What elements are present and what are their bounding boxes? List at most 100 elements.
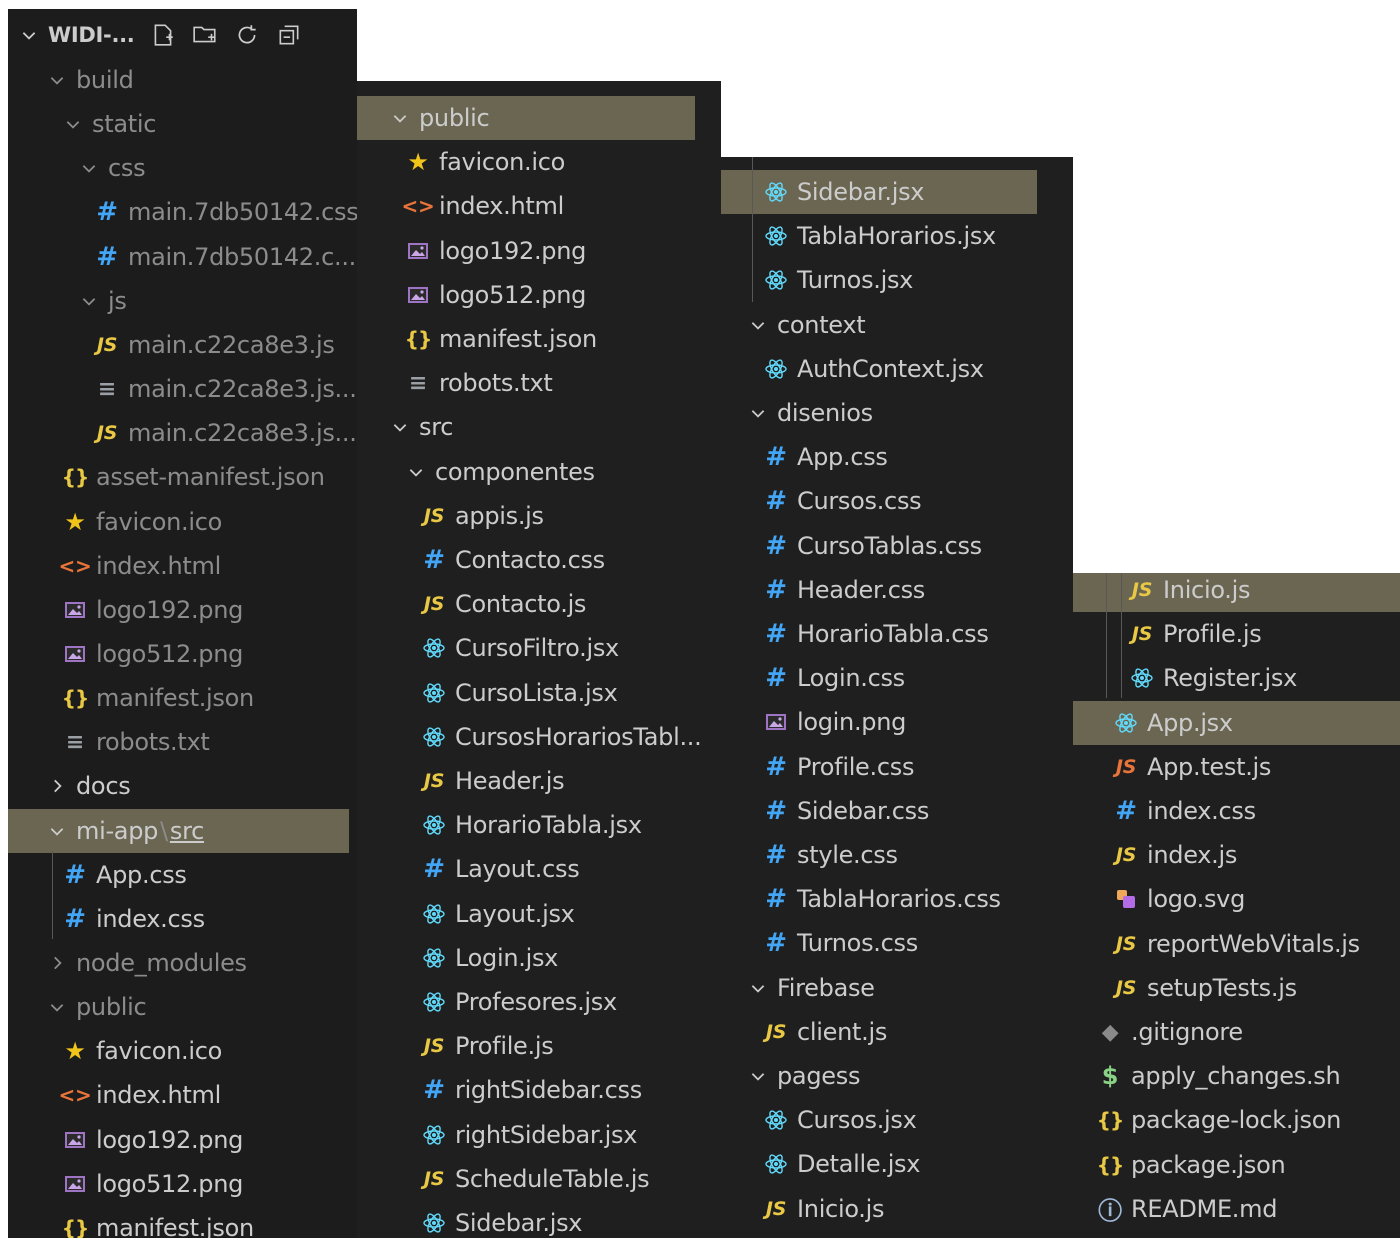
folder-src[interactable]: src (357, 405, 721, 449)
file-rightsidebar-jsx[interactable]: rightSidebar.jsx (357, 1113, 721, 1157)
file-cursoshorariostabl[interactable]: CursosHorariosTabl... (357, 715, 721, 759)
file-cursos-jsx[interactable]: Cursos.jsx (721, 1098, 1073, 1142)
file-app-css[interactable]: # App.css (8, 853, 357, 897)
file-manifest-json[interactable]: {} manifest.json (8, 676, 357, 720)
file-profile-js[interactable]: JS Profile.js (1073, 612, 1400, 656)
file-main-c22ca8e3-js[interactable]: ≡ main.c22ca8e3.js.... (8, 367, 357, 411)
file-horariotabla-jsx[interactable]: HorarioTabla.jsx (357, 803, 721, 847)
folder-disenios[interactable]: disenios (721, 391, 1073, 435)
folder-public[interactable]: public (8, 985, 357, 1029)
file-login-jsx[interactable]: Login.jsx (357, 936, 721, 980)
collapse-all-icon[interactable] (276, 22, 302, 48)
file-favicon-ico[interactable]: ★ favicon.ico (357, 140, 721, 184)
file-logo192-png[interactable]: logo192.png (357, 229, 721, 273)
folder-build[interactable]: build (8, 58, 357, 102)
folder-componentes[interactable]: componentes (357, 450, 721, 494)
file-cursotablas-css[interactable]: # CursoTablas.css (721, 524, 1073, 568)
file-header-js[interactable]: JS Header.js (357, 759, 721, 803)
file-package-lock-json[interactable]: {} package-lock.json (1073, 1098, 1400, 1142)
file-main-c22ca8e3-js[interactable]: JS main.c22ca8e3.js (8, 323, 357, 367)
file-logo192-png[interactable]: logo192.png (8, 588, 357, 632)
file-app-css[interactable]: # App.css (721, 435, 1073, 479)
file-main-c22ca8e3-js[interactable]: JS main.c22ca8e3.js.... (8, 411, 357, 455)
file-inicio-js[interactable]: JS Inicio.js (721, 1187, 1073, 1231)
file-package-json[interactable]: {} package.json (1073, 1143, 1400, 1187)
file-contacto-css[interactable]: # Contacto.css (357, 538, 721, 582)
folder-pagess[interactable]: pagess (721, 1054, 1073, 1098)
file-tablahorarios-css[interactable]: # TablaHorarios.css (721, 877, 1073, 921)
file-client-js[interactable]: JS client.js (721, 1010, 1073, 1054)
file-authcontext-jsx[interactable]: AuthContext.jsx (721, 347, 1073, 391)
folder-docs[interactable]: docs (8, 764, 357, 808)
file-index-html[interactable]: <> index.html (357, 184, 721, 228)
file-logo-svg[interactable]: logo.svg (1073, 877, 1400, 921)
file-inicio-js[interactable]: JS Inicio.js (1073, 573, 1400, 612)
file-style-css[interactable]: # style.css (721, 833, 1073, 877)
file-apply-changes-sh[interactable]: $ apply_changes.sh (1073, 1054, 1400, 1098)
folder-firebase[interactable]: Firebase (721, 966, 1073, 1010)
folder-css[interactable]: css (8, 146, 357, 190)
file-header-css[interactable]: # Header.css (721, 568, 1073, 612)
indent-guide (752, 157, 753, 302)
folder-context[interactable]: context (721, 303, 1073, 347)
folder-js[interactable]: js (8, 279, 357, 323)
file-horariotabla-css[interactable]: # HorarioTabla.css (721, 612, 1073, 656)
file-app-jsx[interactable]: App.jsx (1073, 700, 1400, 745)
file-manifest-json[interactable]: {} manifest.json (357, 317, 721, 361)
new-folder-icon[interactable] (192, 22, 218, 48)
file-index-html[interactable]: <> index.html (8, 1073, 357, 1117)
file-login-css[interactable]: # Login.css (721, 656, 1073, 700)
file-cursolista-jsx[interactable]: CursoLista.jsx (357, 671, 721, 715)
file-readme-md[interactable]: ⓘ README.md (1073, 1187, 1400, 1231)
folder-mi-app[interactable]: mi-app \ src (8, 808, 349, 853)
file-index-html[interactable]: <> index.html (8, 544, 357, 588)
file-favicon-ico[interactable]: ★ favicon.ico (8, 500, 357, 544)
indent-guide (1121, 573, 1122, 698)
file-reportwebvitals-js[interactable]: JS reportWebVitals.js (1073, 922, 1400, 966)
file-gitignore[interactable]: ◆ .gitignore (1073, 1010, 1400, 1054)
file-turnos-css[interactable]: # Turnos.css (721, 921, 1073, 965)
file-login-png[interactable]: login.png (721, 700, 1073, 744)
file-contacto-js[interactable]: JS Contacto.js (357, 582, 721, 626)
file-setuptests-js[interactable]: JS setupTests.js (1073, 966, 1400, 1010)
file-asset-manifest-json[interactable]: {} asset-manifest.json (8, 455, 357, 499)
folder-public[interactable]: public (357, 96, 695, 140)
file-profesores-jsx[interactable]: Profesores.jsx (357, 980, 721, 1024)
file-app-test-js[interactable]: JS App.test.js (1073, 745, 1400, 789)
file-sidebar-css[interactable]: # Sidebar.css (721, 789, 1073, 833)
file-favicon-ico[interactable]: ★ favicon.ico (8, 1029, 357, 1073)
folder-node-modules[interactable]: node_modules (8, 941, 357, 985)
file-main-7db50142-css[interactable]: # main.7db50142.css (8, 190, 357, 234)
file-detalle-jsx[interactable]: Detalle.jsx (721, 1142, 1073, 1186)
file-logo512-png[interactable]: logo512.png (8, 1162, 357, 1206)
file-layout-css[interactable]: # Layout.css (357, 847, 721, 891)
file-manifest-json[interactable]: {} manifest.json (8, 1206, 357, 1238)
file-sidebar-jsx[interactable]: Sidebar.jsx (721, 170, 1037, 214)
compact-folder-segment[interactable]: src (170, 817, 204, 845)
file-profile-js[interactable]: JS Profile.js (357, 1024, 721, 1068)
file-robots-txt[interactable]: ≡ robots.txt (357, 361, 721, 405)
file-logo512-png[interactable]: logo512.png (357, 273, 721, 317)
file-appis-js[interactable]: JS appis.js (357, 494, 721, 538)
file-logo192-png[interactable]: logo192.png (8, 1118, 357, 1162)
file-index-js[interactable]: JS index.js (1073, 833, 1400, 877)
file-logo512-png[interactable]: logo512.png (8, 632, 357, 676)
file-main-7db50142-c[interactable]: # main.7db50142.c... (8, 235, 357, 279)
file-layout-jsx[interactable]: Layout.jsx (357, 892, 721, 936)
file-cursos-css[interactable]: # Cursos.css (721, 479, 1073, 523)
file-register-jsx[interactable]: Register.jsx (1073, 656, 1400, 700)
new-file-icon[interactable] (150, 22, 176, 48)
file-index-css[interactable]: # index.css (8, 897, 357, 941)
refresh-icon[interactable] (234, 22, 260, 48)
file-scheduletable-js[interactable]: JS ScheduleTable.js (357, 1157, 721, 1201)
file-index-css[interactable]: # index.css (1073, 789, 1400, 833)
file-tablahorarios-jsx[interactable]: TablaHorarios.jsx (721, 214, 1073, 258)
file-sidebar-jsx[interactable]: Sidebar.jsx (357, 1201, 721, 1238)
file-robots-txt[interactable]: ≡ robots.txt (8, 720, 357, 764)
file-profile-css[interactable]: # Profile.css (721, 745, 1073, 789)
folder-static[interactable]: static (8, 102, 357, 146)
file-turnos-jsx[interactable]: Turnos.jsx (721, 258, 1073, 302)
file-cursofiltro-jsx[interactable]: CursoFiltro.jsx (357, 626, 721, 670)
file-rightsidebar-css[interactable]: # rightSidebar.css (357, 1068, 721, 1112)
explorer-root-header[interactable]: WIDI-... (8, 13, 357, 57)
